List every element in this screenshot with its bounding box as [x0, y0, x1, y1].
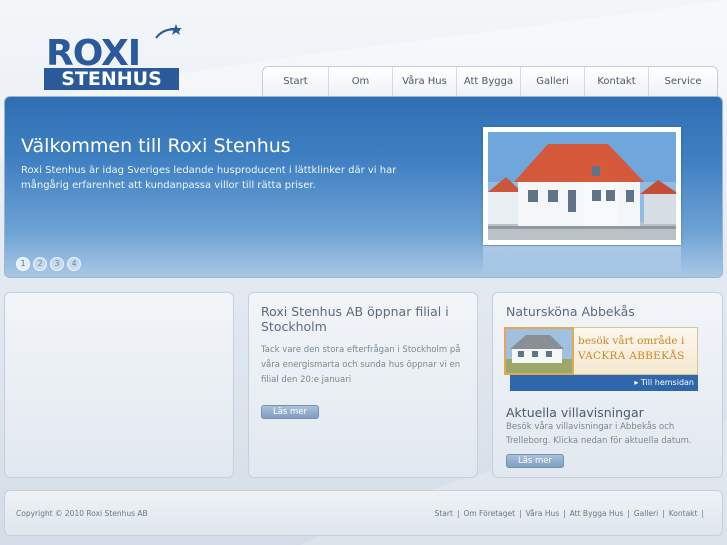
footer-separator: | [627, 509, 630, 518]
footer-separator: | [662, 509, 665, 518]
hero-text: Roxi Stenhus är idag Sveriges ledande hu… [21, 165, 397, 191]
slider-dot-4[interactable]: 4 [67, 257, 81, 271]
footer-link-vara-hus[interactable]: Våra Hus [526, 509, 560, 518]
slider-dot-2[interactable]: 2 [33, 257, 47, 271]
slider-dot-3[interactable]: 3 [50, 257, 64, 271]
hero-house-photo [483, 127, 681, 245]
footer-link-om-foretaget[interactable]: Om Företaget [463, 509, 515, 518]
nav-start[interactable]: Start [263, 67, 329, 96]
viewings-read-more-button[interactable]: Läs mer [506, 454, 564, 468]
hero-slider: Välkommen till Roxi Stenhus Roxi Stenhus… [4, 96, 723, 278]
photo-reflection [483, 246, 681, 276]
main-nav: Start Om Våra Hus Att Bygga Galleri Kont… [262, 66, 718, 96]
footer-link-kontakt[interactable]: Kontakt [669, 509, 698, 518]
banner-line-2: VACKRA ABBEKÅS [578, 350, 685, 362]
nav-att-bygga[interactable]: Att Bygga [457, 67, 521, 96]
viewings-title: Aktuella villavisningar [506, 405, 644, 420]
footer-nav: Start | Om Företaget | Våra Hus | Att Bygga… [435, 509, 708, 518]
nav-kontakt[interactable]: Kontakt [585, 67, 649, 96]
news-panel: Roxi Stenhus AB öppnar filial i Stockhol… [248, 292, 478, 478]
empty-panel [4, 292, 234, 478]
news-title: Roxi Stenhus AB öppnar filial i Stockhol… [261, 304, 449, 334]
star-swoosh-icon [155, 24, 182, 39]
hero-title: Välkommen till Roxi Stenhus [21, 135, 291, 157]
logo-text-roxi: ROXI [46, 33, 141, 74]
abbekas-title: Natursköna Abbekås [506, 304, 635, 319]
logo-text-stenhus: STENHUS [44, 68, 179, 90]
footer-separator: | [563, 509, 566, 518]
news-body: Tack vare den stora efterfrågan i Stockh… [261, 345, 461, 385]
copyright-text: Copyright © 2010 Roxi Stenhus AB [16, 509, 148, 518]
viewings-body: Besök våra villavisningar i Abbekås och … [506, 422, 692, 446]
house-image [488, 132, 676, 240]
footer-separator: | [519, 509, 522, 518]
banner-house-image [504, 327, 574, 375]
slider-pagination: 1 2 3 4 [16, 257, 81, 271]
footer-link-start[interactable]: Start [435, 509, 453, 518]
footer: Copyright © 2010 Roxi Stenhus AB Start | … [4, 490, 723, 536]
footer-separator: | [456, 509, 460, 518]
news-read-more-button[interactable]: Läs mer [261, 405, 319, 419]
footer-link-galleri[interactable]: Galleri [634, 509, 658, 518]
side-panel: Natursköna Abbekås besök vårt område i V… [492, 292, 723, 478]
banner-line-1: besök vårt område i [578, 335, 685, 347]
nav-galleri[interactable]: Galleri [521, 67, 585, 96]
footer-link-att-bygga-hus[interactable]: Att Bygga Hus [570, 509, 624, 518]
nav-vara-hus[interactable]: Våra Hus [393, 67, 457, 96]
banner-homepage-link[interactable]: ▸ Till hemsidan [510, 375, 698, 391]
nav-om[interactable]: Om [329, 67, 393, 96]
footer-separator: | [701, 509, 704, 518]
slider-dot-1[interactable]: 1 [16, 257, 30, 271]
nav-service[interactable]: Service [649, 67, 717, 96]
abbekas-banner[interactable]: besök vårt område i VACKRA ABBEKÅS ▸ Til… [504, 327, 698, 391]
roxi-stenhus-logo[interactable]: ROXI STENHUS [44, 24, 184, 90]
